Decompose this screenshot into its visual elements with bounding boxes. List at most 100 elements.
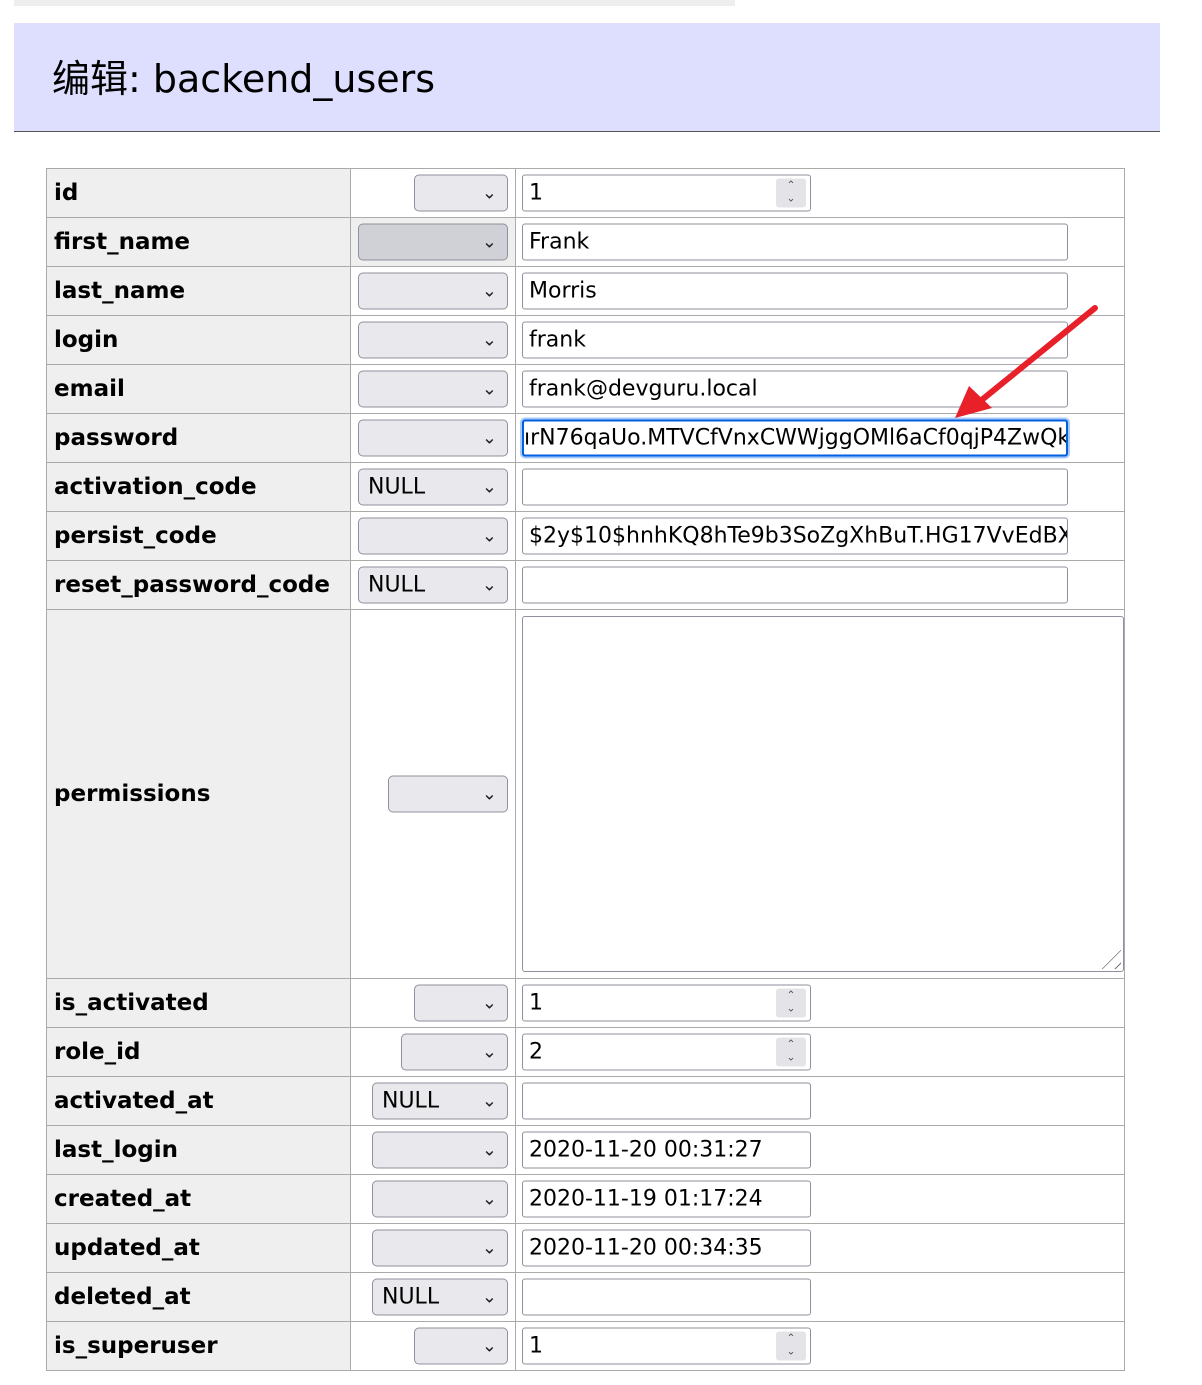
value-input-id[interactable]: 1 ⌃ ⌄ [522,174,811,212]
field-name: reset_password_code [46,560,351,610]
chevron-down-icon: ⌄ [481,992,497,1014]
chevron-down-icon: ⌄ [481,1335,497,1357]
function-select-value: NULL [382,1284,440,1310]
chevron-down-icon: ⌄ [481,231,497,253]
value-input-deleted-at[interactable] [522,1278,811,1316]
field-name: id [46,168,351,218]
chevron-down-icon: ⌄ [481,427,497,449]
chevron-down-icon: ⌄ [481,525,497,547]
input-value: 1 [529,1333,543,1359]
field-name: persist_code [46,511,351,561]
row-role-id: role_id ⌄ 2 ⌃ ⌄ [46,1027,1125,1077]
value-input-first-name[interactable]: Frank [522,223,1068,261]
page-header: 编辑: backend_users [14,23,1160,132]
row-created-at: created_at ⌄ 2020-11-19 01:17:24 [46,1174,1125,1224]
row-updated-at: updated_at ⌄ 2020-11-20 00:34:35 [46,1223,1125,1273]
value-input-role-id[interactable]: 2 ⌃ ⌄ [522,1033,811,1071]
field-name: is_superuser [46,1321,351,1371]
function-select-is-activated[interactable]: ⌄ [414,984,508,1022]
function-select-value: NULL [382,1088,440,1114]
input-value: 1 [529,180,543,206]
chevron-down-icon: ⌄ [481,329,497,351]
value-input-persist-code[interactable]: $2y$10$hnhKQ8hTe9b3SoZgXhBuT.HG17VvEdBXe… [522,517,1068,555]
field-name: is_activated [46,978,351,1028]
chevron-down-icon: ⌄ [481,1041,497,1063]
value-textarea-permissions[interactable] [522,616,1124,972]
field-name: updated_at [46,1223,351,1273]
function-select-login[interactable]: ⌄ [358,321,508,359]
row-persist-code: persist_code ⌄ $2y$10$hnhKQ8hTe9b3SoZgXh… [46,511,1125,561]
field-name: created_at [46,1174,351,1224]
function-select-value: NULL [368,572,426,598]
function-select-password[interactable]: ⌄ [358,419,508,457]
function-select-id[interactable]: ⌄ [414,174,508,212]
field-name: deleted_at [46,1272,351,1322]
arrow-shaft [975,305,1098,406]
value-input-activated-at[interactable] [522,1082,811,1120]
function-select-email[interactable]: ⌄ [358,370,508,408]
field-name: permissions [46,609,351,979]
value-input-is-activated[interactable]: 1 ⌃ ⌄ [522,984,811,1022]
row-is-activated: is_activated ⌄ 1 ⌃ ⌄ [46,978,1125,1028]
function-select-permissions[interactable]: ⌄ [388,775,508,813]
function-select-last-name[interactable]: ⌄ [358,272,508,310]
field-name: email [46,364,351,414]
chevron-down-icon: ⌄ [481,378,497,400]
function-select-last-login[interactable]: ⌄ [372,1131,508,1169]
top-scroll-strip [14,0,735,6]
arrow-head [955,386,992,418]
row-is-superuser: is_superuser ⌄ 1 ⌃ ⌄ [46,1321,1125,1371]
value-input-reset-password-code[interactable] [522,566,1068,604]
row-last-login: last_login ⌄ 2020-11-20 00:31:27 [46,1125,1125,1175]
row-reset-password-code: reset_password_code NULL ⌄ [46,560,1125,610]
field-name: activation_code [46,462,351,512]
function-select-created-at[interactable]: ⌄ [372,1180,508,1218]
function-select-is-superuser[interactable]: ⌄ [414,1327,508,1365]
chevron-down-icon: ⌄ [481,476,497,498]
page-title: 编辑: backend_users [52,57,436,101]
function-select-deleted-at[interactable]: NULL ⌄ [372,1278,508,1316]
function-select-first-name[interactable]: ⌄ [358,223,508,261]
function-select-persist-code[interactable]: ⌄ [358,517,508,555]
value-input-last-login[interactable]: 2020-11-20 00:31:27 [522,1131,811,1169]
row-deleted-at: deleted_at NULL ⌄ [46,1272,1125,1322]
chevron-down-icon: ⌄ [481,1188,497,1210]
field-name: last_login [46,1125,351,1175]
row-permissions: permissions ⌄ [46,609,1125,979]
chevron-down-icon: ⌄ [481,280,497,302]
spinner-icon[interactable]: ⌃ ⌄ [776,178,806,208]
function-select-role-id[interactable]: ⌄ [401,1033,508,1071]
chevron-down-icon: ⌄ [481,1286,497,1308]
row-activation-code: activation_code NULL ⌄ [46,462,1125,512]
input-value: 1 [529,990,543,1016]
function-select-value: NULL [368,474,426,500]
row-id: id ⌄ 1 ⌃ ⌄ [46,168,1125,218]
function-select-activation-code[interactable]: NULL ⌄ [358,468,508,506]
chevron-down-icon: ⌄ [481,182,497,204]
field-name: first_name [46,217,351,267]
resize-grip-icon[interactable] [1095,943,1121,969]
chevron-down-icon: ⌄ [481,783,497,805]
input-value: 2 [529,1039,543,1065]
chevron-down-icon: ⌄ [481,574,497,596]
value-input-created-at[interactable]: 2020-11-19 01:17:24 [522,1180,811,1218]
field-name: password [46,413,351,463]
function-select-activated-at[interactable]: NULL ⌄ [372,1082,508,1120]
chevron-down-icon: ⌄ [481,1090,497,1112]
value-input-is-superuser[interactable]: 1 ⌃ ⌄ [522,1327,811,1365]
row-activated-at: activated_at NULL ⌄ [46,1076,1125,1126]
annotation-arrow-icon [955,305,1098,418]
function-select-reset-password-code[interactable]: NULL ⌄ [358,566,508,604]
row-first-name: first_name ⌄ Frank [46,217,1125,267]
spinner-icon[interactable]: ⌃ ⌄ [776,1331,806,1361]
chevron-down-icon: ⌄ [481,1237,497,1259]
value-input-activation-code[interactable] [522,468,1068,506]
value-input-password[interactable]: ırN76qaUo.MTVCfVnxCWWjggOMl6aCf0qjP4ZwQk… [522,419,1068,457]
function-select-updated-at[interactable]: ⌄ [372,1229,508,1267]
value-input-updated-at[interactable]: 2020-11-20 00:34:35 [522,1229,811,1267]
field-name: last_name [46,266,351,316]
spinner-icon[interactable]: ⌃ ⌄ [776,988,806,1018]
chevron-down-icon: ⌄ [481,1139,497,1161]
field-name: activated_at [46,1076,351,1126]
spinner-icon[interactable]: ⌃ ⌄ [776,1037,806,1067]
